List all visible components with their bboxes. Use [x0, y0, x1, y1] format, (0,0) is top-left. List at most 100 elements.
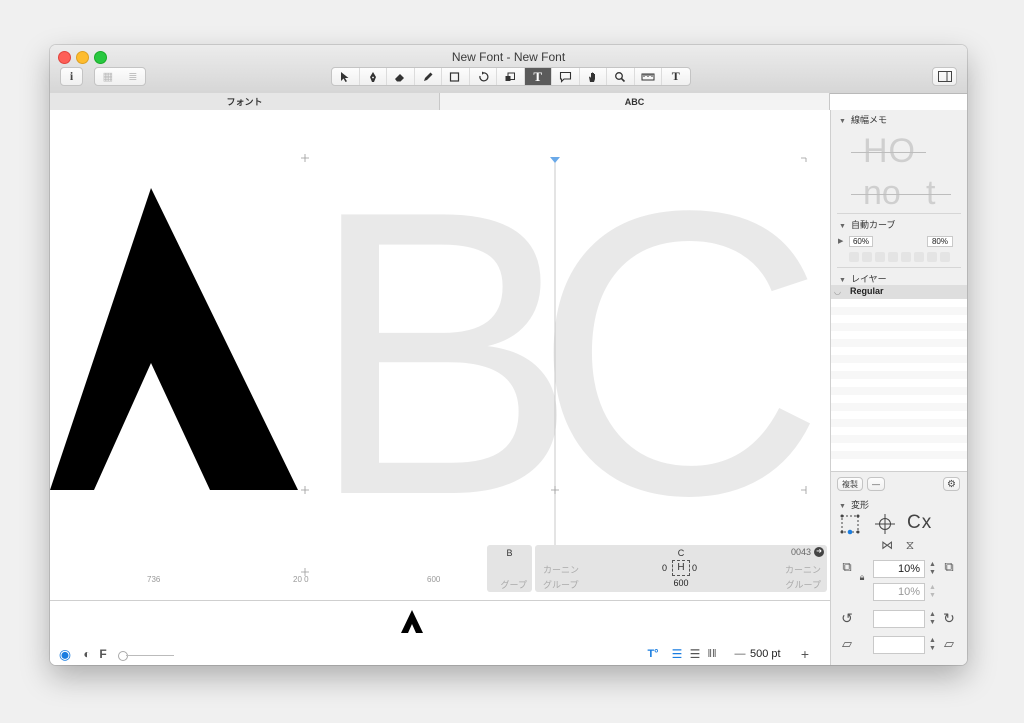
scale-y-field[interactable]: 10% [873, 583, 925, 601]
flip-vertical-icon[interactable]: ⧖ [902, 537, 918, 553]
layer-row-regular[interactable]: ◡ Regular [831, 285, 967, 299]
scale-down-icon[interactable]: ⧉ [839, 559, 855, 575]
rotate-stepper[interactable]: ▲ ▼ [928, 611, 937, 627]
kerning-swatch[interactable] [849, 252, 859, 262]
scale-x-stepper[interactable]: ▲ ▼ [928, 561, 937, 577]
width-link-icon[interactable]: H [672, 560, 690, 576]
glyph-a-outline[interactable] [50, 110, 830, 600]
center-origin-icon[interactable] [874, 513, 896, 535]
info-button[interactable]: i [60, 67, 83, 86]
rotate-field[interactable] [873, 610, 925, 628]
sidebar-toggle-button[interactable] [932, 67, 957, 86]
pen-tool-icon[interactable] [360, 68, 387, 85]
zoom-in-button[interactable]: + [798, 645, 812, 663]
tab-font[interactable]: フォント [50, 93, 440, 110]
inspector-sidebar: ▼ 線幅メモ HO no t ▼ 自動カーブ ▶ 60% 80% ▼ レイヤー ◡ [830, 110, 967, 665]
glyph-info-panel: C 0043 ➜ カーニン カーニン グループ グループ 0 H 0 600 [535, 545, 827, 592]
vertical-text-icon[interactable]: ‖‖ [705, 645, 719, 663]
pencil-tool-icon[interactable] [415, 68, 442, 85]
slant-stepper[interactable]: ▲ ▼ [928, 637, 937, 653]
preview-size-value[interactable]: 500 pt [750, 648, 781, 660]
annotation-tool-icon[interactable] [552, 68, 580, 85]
stem-guide-line [851, 194, 951, 195]
kerning-right-label[interactable]: カーニン [785, 563, 821, 576]
view-mode-toggle[interactable]: ▦ ≣ [94, 67, 146, 86]
unicode-value[interactable]: 0043 [791, 547, 811, 557]
scale-y-stepper[interactable]: ▲ ▼ [928, 584, 937, 600]
kerning-swatch[interactable] [927, 252, 937, 262]
contrast-icon[interactable]: ◐ [80, 645, 94, 663]
layer-name[interactable]: Regular [850, 286, 884, 296]
layers-header[interactable]: ▼ レイヤー [839, 272, 887, 285]
rotate-ccw-icon[interactable]: ↺ [839, 610, 855, 626]
auto-kerning-header[interactable]: ▼ 自動カーブ [839, 218, 895, 231]
preview-glyph-a [401, 610, 423, 633]
kerning-swatch-row [849, 252, 950, 262]
flip-horizontal-icon[interactable]: ⋈ [879, 537, 895, 553]
list-view-icon[interactable]: ≣ [128, 70, 137, 83]
gear-icon[interactable]: ⚙ [943, 477, 960, 491]
select-tool-icon[interactable] [332, 68, 360, 85]
auto-kerning-max-field[interactable]: 80% [927, 236, 953, 247]
kerning-swatch[interactable] [875, 252, 885, 262]
scale-tool-icon[interactable] [497, 68, 525, 85]
align-right-icon[interactable]: ☰ [688, 645, 702, 663]
kerning-swatch[interactable] [888, 252, 898, 262]
disclosure-triangle-icon[interactable]: ▼ [839, 223, 846, 230]
layer-list[interactable] [831, 299, 967, 471]
tool-palette: T T [331, 67, 691, 86]
font-preview-label[interactable]: F [98, 645, 108, 663]
text-tool-icon[interactable]: T [524, 68, 552, 85]
bounding-box-origin-icon[interactable] [839, 513, 861, 535]
font-tool-icon[interactable]: T [662, 68, 690, 85]
preview-size-slider[interactable] [126, 655, 174, 656]
metric-label-200: 20 0 [293, 575, 309, 584]
divider [837, 213, 961, 214]
hand-tool-icon[interactable] [580, 68, 607, 85]
disclosure-triangle-icon[interactable]: ▼ [839, 503, 846, 510]
zoom-out-button[interactable]: — [734, 645, 746, 663]
transform-header[interactable]: ▼ 変形 [839, 498, 869, 511]
disclosure-triangle-icon[interactable]: ▼ [839, 277, 846, 284]
remove-layer-button[interactable]: — [867, 477, 885, 491]
kerning-swatch[interactable] [862, 252, 872, 262]
width-value[interactable]: 600 [535, 578, 827, 588]
rotate-cw-icon[interactable]: ↻ [941, 610, 957, 626]
eye-icon[interactable]: ◉ [57, 644, 73, 664]
kerning-left-label[interactable]: カーニン [543, 563, 579, 576]
tab-abc[interactable]: ABC [440, 93, 830, 110]
rotate-tool-icon[interactable] [470, 68, 497, 85]
slant-field[interactable] [873, 636, 925, 654]
metric-label-600: 600 [427, 575, 441, 584]
auto-kerning-min-field[interactable]: 60% [849, 236, 873, 247]
glyph-edit-canvas[interactable]: B C 736 20 0 600 B グープ C 0043 ➜ カーニン カーニ… [50, 110, 830, 600]
grid-view-icon[interactable]: ▦ [103, 70, 113, 83]
scale-x-field[interactable]: 10% [873, 560, 925, 578]
next-arrow-icon[interactable]: ➜ [814, 547, 824, 557]
text-options-icon[interactable]: T° [644, 645, 662, 663]
rsb-value[interactable]: 0 [692, 563, 697, 573]
eraser-tool-icon[interactable] [387, 68, 415, 85]
kerning-swatch[interactable] [940, 252, 950, 262]
kerning-swatch[interactable] [914, 252, 924, 262]
divider [837, 267, 961, 268]
stem-guide-line [851, 152, 926, 153]
expand-triangle-icon[interactable]: ▶ [838, 237, 843, 245]
slant-left-icon[interactable]: ▱ [839, 636, 855, 652]
prev-glyph-info: B グープ [487, 545, 532, 592]
stem-memo-header[interactable]: ▼ 線幅メモ [839, 113, 887, 126]
scale-up-icon[interactable]: ⧉ [941, 559, 957, 575]
kerning-swatch[interactable] [901, 252, 911, 262]
lock-icon[interactable]: 🔒︎ [857, 571, 867, 583]
disclosure-triangle-icon[interactable]: ▼ [839, 118, 846, 125]
zoom-tool-icon[interactable] [607, 68, 635, 85]
custom-origin-label[interactable]: Cx [907, 512, 932, 534]
preview-size-slider-knob[interactable] [118, 651, 128, 661]
slant-right-icon[interactable]: ▱ [941, 636, 957, 652]
duplicate-layer-button[interactable]: 複製 [837, 477, 863, 491]
measure-tool-icon[interactable] [635, 68, 662, 85]
layer-visibility-icon[interactable]: ◡ [834, 287, 841, 296]
lsb-value[interactable]: 0 [662, 563, 667, 573]
align-left-icon[interactable]: ☰ [670, 645, 684, 663]
rectangle-tool-icon[interactable] [442, 68, 470, 85]
